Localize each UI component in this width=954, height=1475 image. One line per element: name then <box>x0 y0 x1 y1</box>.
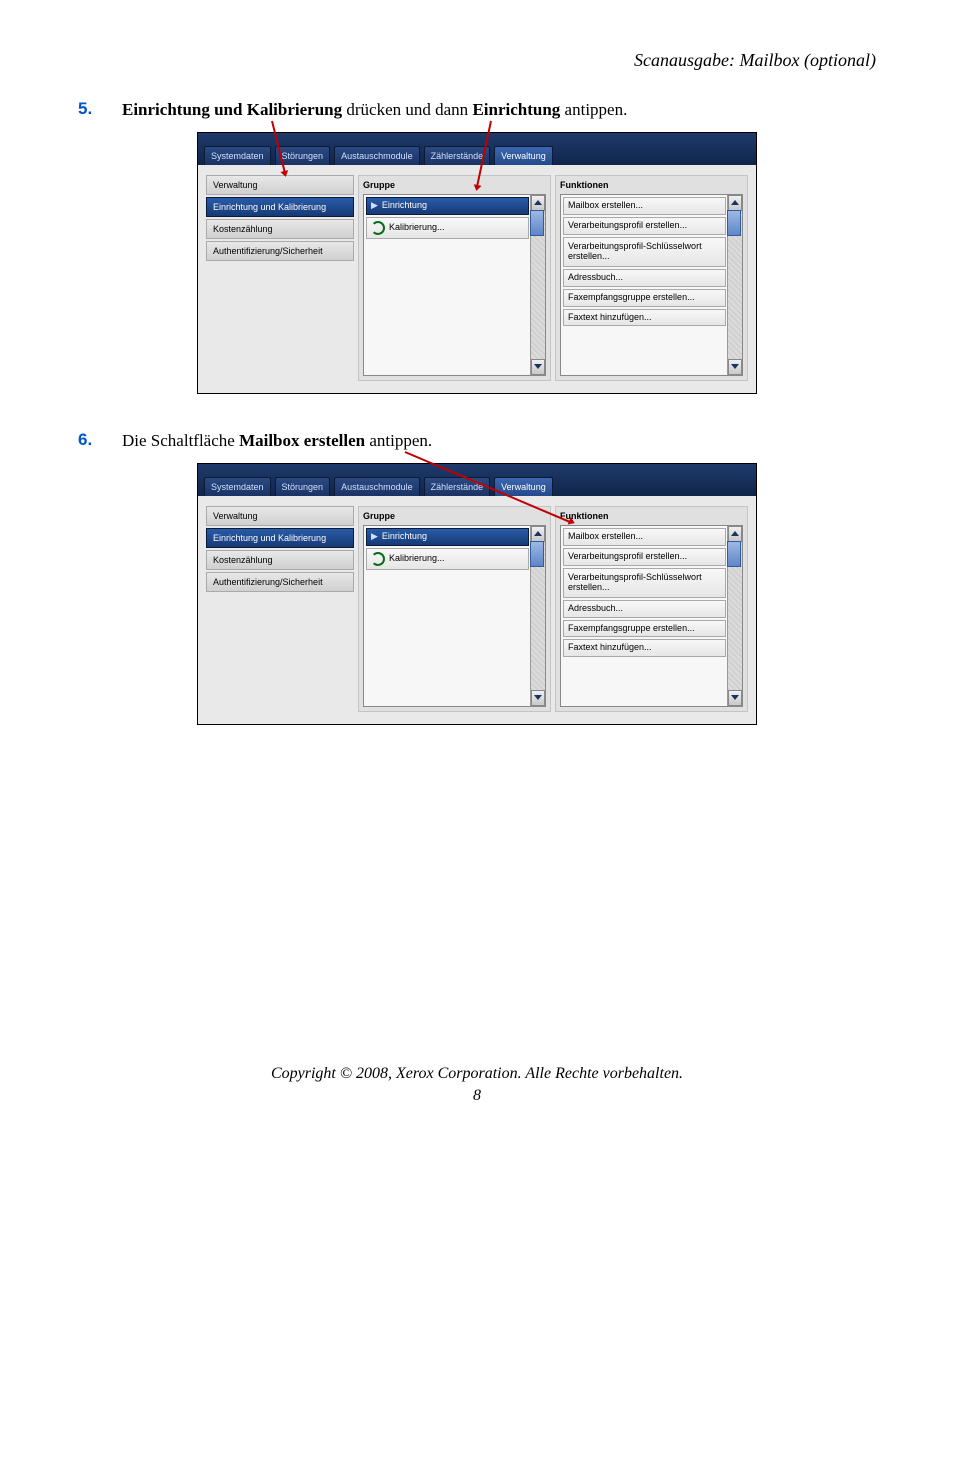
step-5-t1: drücken und dann <box>342 100 472 119</box>
column-gruppe: Gruppe ▶ Einrichtung Kalibrierung... <box>358 175 551 381</box>
arrow-1b-head <box>472 184 481 192</box>
screenshot-2-wrap: Systemdaten Störungen Austauschmodule Zä… <box>197 463 757 725</box>
scroll-down-icon[interactable] <box>728 690 742 706</box>
step-6: 6. Die Schaltfläche Mailbox erstellen an… <box>78 430 876 453</box>
tab-zaehlerstaende[interactable]: Zählerstände <box>424 477 491 496</box>
funktionen-item-faxgruppe[interactable]: Faxempfangsgruppe erstellen... <box>563 620 726 638</box>
admin-panel-2: Systemdaten Störungen Austauschmodule Zä… <box>197 463 757 725</box>
tab-austauschmodule[interactable]: Austauschmodule <box>334 477 420 496</box>
gruppe-item-einrichtung-label: Einrichtung <box>382 201 427 211</box>
column-funktionen-head: Funktionen <box>560 180 743 190</box>
screenshot-1-wrap: Systemdaten Störungen Austauschmodule Zä… <box>197 132 757 394</box>
scrollbar-funktionen[interactable] <box>727 195 742 375</box>
step-6-t0: Die Schaltfläche <box>122 431 239 450</box>
gruppe-item-einrichtung-label: Einrichtung <box>382 532 427 542</box>
step-6-number: 6. <box>78 430 122 450</box>
scrollbar-funktionen[interactable] <box>727 526 742 706</box>
play-icon: ▶ <box>371 532 378 542</box>
tab-bar: Systemdaten Störungen Austauschmodule Zä… <box>198 464 756 496</box>
scroll-thumb[interactable] <box>530 210 544 236</box>
step-5-text: Einrichtung und Kalibrierung drücken und… <box>122 99 627 122</box>
tab-systemdaten[interactable]: Systemdaten <box>204 477 271 496</box>
sidebar-item-kostenzaehlung[interactable]: Kostenzählung <box>206 219 354 239</box>
funktionen-item-adressbuch[interactable]: Adressbuch... <box>563 600 726 618</box>
sidebar-item-einrichtung[interactable]: Einrichtung und Kalibrierung <box>206 197 354 217</box>
scroll-up-icon[interactable] <box>728 526 742 542</box>
tab-systemdaten[interactable]: Systemdaten <box>204 146 271 165</box>
funktionen-item-mailbox[interactable]: Mailbox erstellen... <box>563 528 726 546</box>
step-5-bold-2: Einrichtung <box>472 100 560 119</box>
scroll-down-icon[interactable] <box>728 359 742 375</box>
tab-stoerungen[interactable]: Störungen <box>275 477 331 496</box>
column-gruppe: Gruppe ▶ Einrichtung Kalibrierung... <box>358 506 551 712</box>
gruppe-item-kalibrierung-label: Kalibrierung... <box>389 223 445 233</box>
sidebar-item-kostenzaehlung[interactable]: Kostenzählung <box>206 550 354 570</box>
step-5-t2: antippen. <box>560 100 627 119</box>
listbox-gruppe: ▶ Einrichtung Kalibrierung... <box>363 525 546 707</box>
running-header: Scanausgabe: Mailbox (optional) <box>78 50 876 71</box>
tab-verwaltung[interactable]: Verwaltung <box>494 146 553 165</box>
gruppe-item-kalibrierung-label: Kalibrierung... <box>389 554 445 564</box>
funktionen-item-mailbox[interactable]: Mailbox erstellen... <box>563 197 726 215</box>
funktionen-item-faxgruppe[interactable]: Faxempfangsgruppe erstellen... <box>563 289 726 307</box>
scrollbar-gruppe[interactable] <box>530 526 545 706</box>
listbox-gruppe: ▶ Einrichtung Kalibrierung... <box>363 194 546 376</box>
sidebar-item-auth[interactable]: Authentifizierung/Sicherheit <box>206 572 354 592</box>
listbox-funktionen: Mailbox erstellen... Verarbeitungsprofil… <box>560 194 743 376</box>
step-5: 5. Einrichtung und Kalibrierung drücken … <box>78 99 876 122</box>
tab-austauschmodule[interactable]: Austauschmodule <box>334 146 420 165</box>
funktionen-item-verarbeitungsprofil[interactable]: Verarbeitungsprofil erstellen... <box>563 548 726 566</box>
column-gruppe-head: Gruppe <box>363 511 546 521</box>
panel-body: Verwaltung Einrichtung und Kalibrierung … <box>198 165 756 393</box>
footer-copyright: Copyright © 2008, Xerox Corporation. All… <box>78 1065 876 1083</box>
column-funktionen-head: Funktionen <box>560 511 743 521</box>
cycle-icon <box>371 552 385 566</box>
sidebar: Verwaltung Einrichtung und Kalibrierung … <box>206 506 354 712</box>
step-5-bold-1: Einrichtung und Kalibrierung <box>122 100 342 119</box>
step-6-bold-1: Mailbox erstellen <box>239 431 365 450</box>
listbox-funktionen: Mailbox erstellen... Verarbeitungsprofil… <box>560 525 743 707</box>
step-6-t1: antippen. <box>365 431 432 450</box>
scroll-up-icon[interactable] <box>728 195 742 211</box>
gruppe-item-kalibrierung[interactable]: Kalibrierung... <box>366 548 529 570</box>
scroll-up-icon[interactable] <box>531 526 545 542</box>
column-funktionen: Funktionen Mailbox erstellen... Verarbei… <box>555 175 748 381</box>
scroll-down-icon[interactable] <box>531 359 545 375</box>
sidebar-item-einrichtung[interactable]: Einrichtung und Kalibrierung <box>206 528 354 548</box>
gruppe-item-einrichtung[interactable]: ▶ Einrichtung <box>366 197 529 215</box>
sidebar-item-verwaltung[interactable]: Verwaltung <box>206 175 354 195</box>
scroll-thumb[interactable] <box>727 210 741 236</box>
step-6-text: Die Schaltfläche Mailbox erstellen antip… <box>122 430 432 453</box>
funktionen-item-verarbeitungsprofil[interactable]: Verarbeitungsprofil erstellen... <box>563 217 726 235</box>
sidebar: Verwaltung Einrichtung und Kalibrierung … <box>206 175 354 381</box>
scrollbar-gruppe[interactable] <box>530 195 545 375</box>
scroll-thumb[interactable] <box>727 541 741 567</box>
panel-body: Verwaltung Einrichtung und Kalibrierung … <box>198 496 756 724</box>
scroll-up-icon[interactable] <box>531 195 545 211</box>
gruppe-item-kalibrierung[interactable]: Kalibrierung... <box>366 217 529 239</box>
funktionen-item-adressbuch[interactable]: Adressbuch... <box>563 269 726 287</box>
funktionen-item-schluesselwort[interactable]: Verarbeitungsprofil-Schlüsselwort erstel… <box>563 568 726 598</box>
gruppe-item-einrichtung[interactable]: ▶ Einrichtung <box>366 528 529 546</box>
column-gruppe-head: Gruppe <box>363 180 546 190</box>
scroll-down-icon[interactable] <box>531 690 545 706</box>
funktionen-item-faxtext[interactable]: Faxtext hinzufügen... <box>563 639 726 657</box>
footer-page-number: 8 <box>78 1087 876 1105</box>
scroll-thumb[interactable] <box>530 541 544 567</box>
column-funktionen: Funktionen Mailbox erstellen... Verarbei… <box>555 506 748 712</box>
cycle-icon <box>371 221 385 235</box>
funktionen-item-faxtext[interactable]: Faxtext hinzufügen... <box>563 309 726 327</box>
sidebar-item-verwaltung[interactable]: Verwaltung <box>206 506 354 526</box>
funktionen-item-schluesselwort[interactable]: Verarbeitungsprofil-Schlüsselwort erstel… <box>563 237 726 267</box>
sidebar-item-auth[interactable]: Authentifizierung/Sicherheit <box>206 241 354 261</box>
play-icon: ▶ <box>371 201 378 211</box>
step-5-number: 5. <box>78 99 122 119</box>
